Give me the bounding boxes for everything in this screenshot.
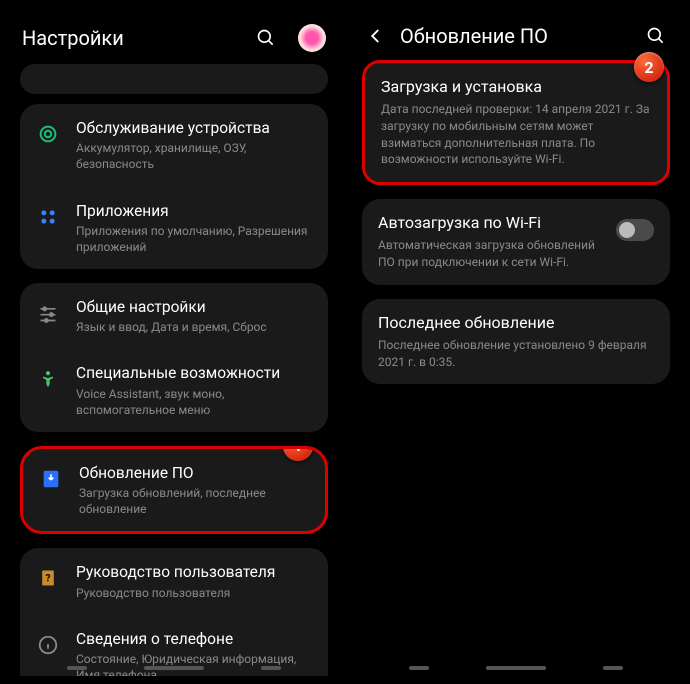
group-info: ? Руководство пользователя Руководство п… [20,548,328,676]
item-title: Руководство пользователя [76,562,314,582]
card-sub: Дата последней проверки: 14 апреля 2021 … [381,101,651,168]
nav-home[interactable] [144,666,204,670]
card-last-update[interactable]: Последнее обновление Последнее обновлени… [362,299,670,385]
settings-list: Обслуживание устройства Аккумулятор, хра… [8,64,340,676]
page-title: Обновление ПО [400,24,632,48]
sliders-icon [34,299,62,327]
nav-bar [350,666,682,670]
card-sub: Автоматическая загрузка обновлений ПО пр… [378,237,606,271]
item-accessibility[interactable]: Специальные возможности Voice Assistant,… [20,349,328,432]
group-general: Общие настройки Язык и ввод, Дата и врем… [20,283,328,432]
nav-recent[interactable] [409,666,429,670]
settings-screen: Настройки Обслуживание устройства Аккуму… [8,8,340,676]
header: Обновление ПО [350,8,682,60]
item-user-manual[interactable]: ? Руководство пользователя Руководство п… [20,548,328,614]
header: Настройки [8,8,340,64]
device-care-icon [34,120,62,148]
software-update-screen: 2 Обновление ПО Загрузка и установка Дат… [350,8,682,676]
callout-badge-2: 2 [634,52,664,82]
accessibility-icon [34,365,62,393]
item-device-care[interactable]: Обслуживание устройства Аккумулятор, хра… [20,104,328,187]
apps-icon [34,203,62,231]
software-update-icon [37,465,65,493]
item-title: Специальные возможности [76,363,314,383]
account-avatar[interactable] [298,24,326,52]
card-title: Загрузка и установка [381,77,651,96]
nav-home[interactable] [486,666,546,670]
card-sub: Последнее обновление установлено 9 февра… [378,337,654,371]
card-title: Последнее обновление [378,313,654,332]
search-icon[interactable] [644,26,668,46]
group-software-highlighted: 1 Обновление ПО Загрузка обновлений, пос… [20,446,328,535]
card-download-install[interactable]: Загрузка и установка Дата последней пров… [362,60,670,185]
item-sub: Voice Assistant, звук моно, вспомогатель… [76,386,314,418]
nav-bar [8,666,340,670]
manual-icon: ? [34,564,62,592]
nav-back[interactable] [261,666,281,670]
item-software-update[interactable]: Обновление ПО Загрузка обновлений, после… [23,449,325,532]
wifi-auto-toggle[interactable] [616,219,654,241]
update-options: Загрузка и установка Дата последней пров… [350,60,682,384]
info-icon [34,631,62,659]
collapsed-group[interactable] [20,64,328,94]
item-title: Сведения о телефоне [76,629,314,649]
item-sub: Язык и ввод, Дата и время, Сброс [76,319,314,335]
card-title: Автозагрузка по Wi-Fi [378,213,606,232]
nav-recent[interactable] [67,666,87,670]
page-title: Настройки [22,26,242,50]
item-sub: Загрузка обновлений, последнее обновлени… [79,485,311,517]
item-sub: Руководство пользователя [76,585,314,601]
item-title: Обслуживание устройства [76,118,314,138]
item-sub: Аккумулятор, хранилище, ОЗУ, безопасност… [76,140,314,172]
item-sub: Состояние, Юридическая информация, Имя т… [76,651,314,676]
item-title: Приложения [76,201,314,221]
item-title: Обновление ПО [79,463,311,483]
svg-text:?: ? [46,574,51,585]
item-general[interactable]: Общие настройки Язык и ввод, Дата и врем… [20,283,328,349]
card-auto-wifi[interactable]: Автозагрузка по Wi-Fi Автоматическая заг… [362,199,670,285]
item-title: Общие настройки [76,297,314,317]
search-icon[interactable] [254,28,278,48]
group-device: Обслуживание устройства Аккумулятор, хра… [20,104,328,269]
nav-back[interactable] [603,666,623,670]
item-apps[interactable]: Приложения Приложения по умолчанию, Разр… [20,187,328,270]
item-sub: Приложения по умолчанию, Разрешения прил… [76,223,314,255]
back-icon[interactable] [364,27,388,45]
